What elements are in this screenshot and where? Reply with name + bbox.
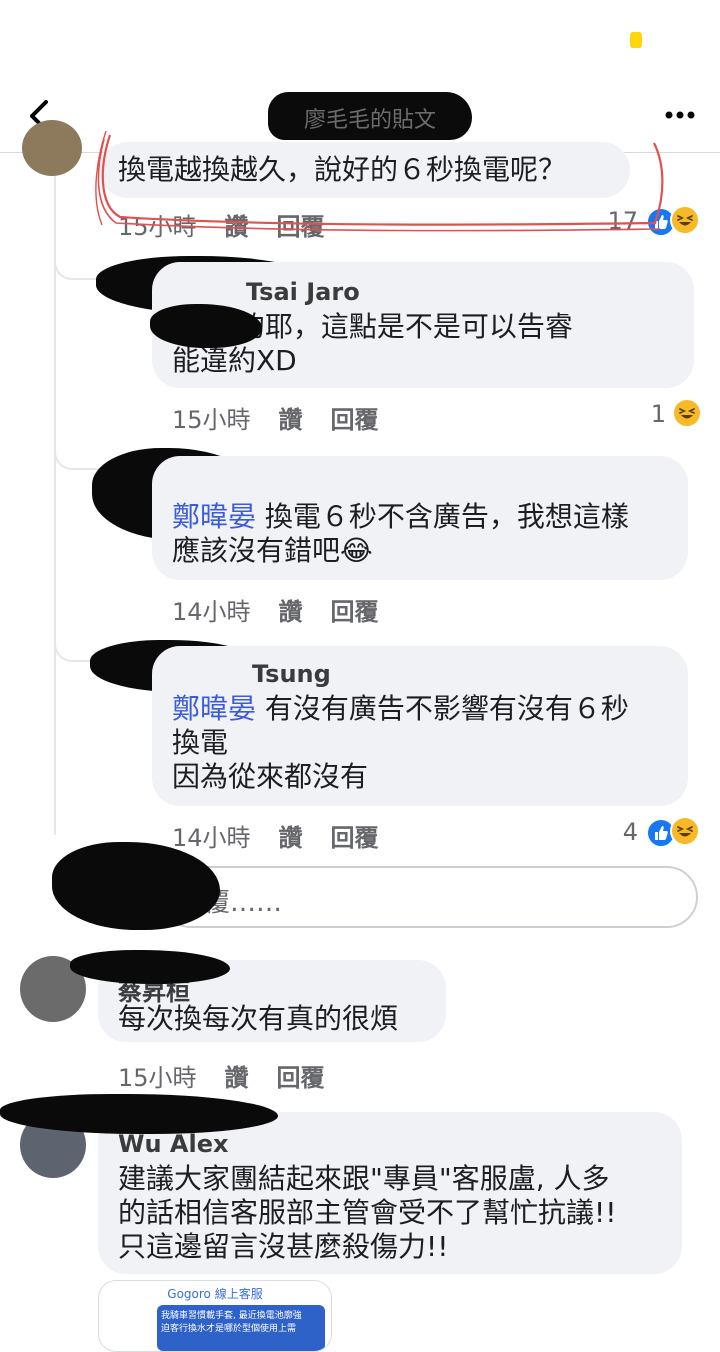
thread-line <box>54 175 56 835</box>
comment-text: 換電 <box>172 726 229 759</box>
redaction-scribble <box>150 304 262 348</box>
thread-branch <box>54 250 102 280</box>
comment-bubble: 鄭暐晏 換電６秒不含廣告，我想這樣 應該沒有錯吧😂 <box>152 456 688 580</box>
comment-time: 15小時 <box>118 1064 197 1092</box>
reply-link[interactable]: 回覆 <box>331 824 379 852</box>
reply-link[interactable]: 回覆 <box>277 1064 325 1092</box>
comment-text: 建議大家團結起來跟"專員"客服盧, 人多 <box>118 1162 610 1195</box>
comment-text: 真的耶，這點是不是可以告睿 <box>208 310 573 343</box>
redaction-scribble <box>52 842 220 930</box>
reply-input[interactable]: 回覆…… <box>160 866 698 928</box>
comment-meta: 14小時讚回覆 <box>172 818 407 853</box>
comment-author[interactable]: Wu Alex <box>118 1130 228 1158</box>
red-annotation-outline <box>95 130 664 232</box>
comment-time: 15小時 <box>172 406 251 434</box>
haha-reaction-icon <box>672 398 702 428</box>
comment-text: 換電６秒不含廣告，我想這樣 <box>264 500 629 533</box>
reply-link[interactable]: 回覆 <box>331 406 379 434</box>
comment-time: 14小時 <box>172 824 251 852</box>
comment-time: 14小時 <box>172 598 251 626</box>
chat-text: 我騎車習慣載手套, 最近換電池廓強 <box>161 1311 302 1321</box>
comment-meta: 15小時讚回覆 <box>118 1058 353 1093</box>
comment-bubble: Wu Alex 建議大家團結起來跟"專員"客服盧, 人多 的話相信客服部主管會受… <box>98 1112 682 1274</box>
comment-text: 因為從來都沒有 <box>172 760 369 793</box>
like-link[interactable]: 讚 <box>279 824 303 852</box>
chat-text: 迫客行換水才是哪於型個使用上需 <box>161 1324 297 1334</box>
mention-link[interactable]: 鄭暐晏 <box>172 692 256 725</box>
comment-bubble: Tsung 鄭暐晏 有沒有廣告不影響有沒有６秒 換電 因為從來都沒有 <box>152 646 688 806</box>
avatar[interactable] <box>22 120 82 176</box>
comment-text: 的話相信客服部主管會受不了幫忙抗議!! <box>118 1196 617 1229</box>
chat-message: 我騎車習慣載手套, 最近換電池廓強 迫客行換水才是哪於型個使用上需 <box>157 1305 325 1351</box>
mention-link[interactable]: 鄭暐晏 <box>172 500 256 533</box>
comment-author[interactable]: Tsung <box>252 660 331 688</box>
comment-author[interactable]: Tsai Jaro <box>246 278 360 306</box>
redaction-scribble <box>0 1094 278 1134</box>
comment-text: 應該沒有錯吧 <box>172 534 341 567</box>
battery-indicator <box>630 32 642 48</box>
like-link[interactable]: 讚 <box>225 1064 249 1092</box>
attachment-header: Gogoro 線上客服 <box>167 1287 263 1301</box>
comment-text: 每次換每次有真的很煩 <box>118 1002 399 1035</box>
reply-link[interactable]: 回覆 <box>331 598 379 626</box>
like-link[interactable]: 讚 <box>279 598 303 626</box>
tears-of-joy-emoji-icon: 😂 <box>340 534 373 567</box>
comment-meta: 15小時讚回覆 <box>172 400 407 435</box>
attached-screenshot[interactable]: Gogoro 線上客服 我騎車習慣載手套, 最近換電池廓強 迫客行換水才是哪於型… <box>98 1280 332 1352</box>
thread-branch <box>54 440 102 470</box>
like-link[interactable]: 讚 <box>279 406 303 434</box>
comment-text: 有沒有廣告不影響有沒有６秒 <box>264 692 629 725</box>
haha-reaction-icon <box>670 816 700 846</box>
redaction-scribble <box>70 950 230 984</box>
comment-text: 只這邊留言沒甚麼殺傷力!! <box>118 1230 449 1263</box>
reaction-count[interactable]: 4 <box>600 818 638 846</box>
comment-text: 能違約XD <box>172 344 297 377</box>
comment-meta: 14小時讚回覆 <box>172 592 407 627</box>
reaction-count[interactable]: 1 <box>636 400 666 428</box>
